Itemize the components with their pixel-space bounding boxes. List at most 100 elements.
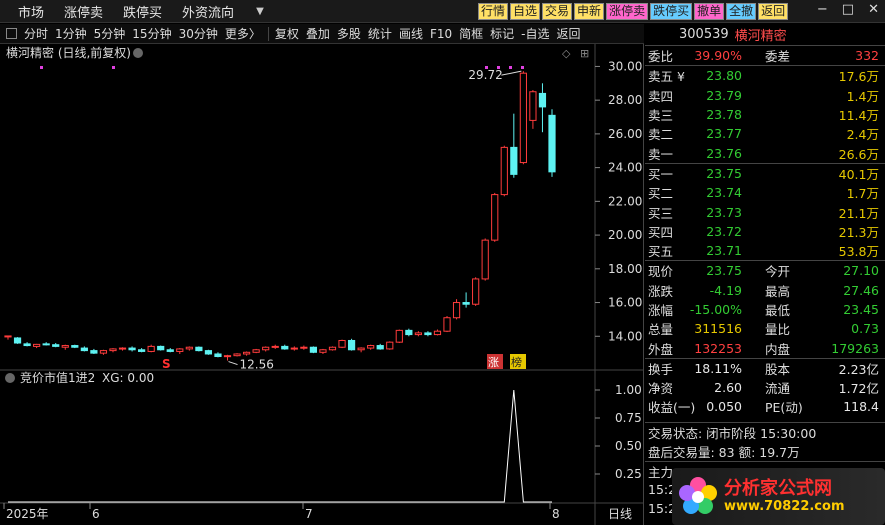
tab-intraday[interactable]: 分时 bbox=[24, 25, 48, 42]
bid-row[interactable]: 买五 23.71 53.8万 bbox=[645, 241, 885, 260]
quick-button-0[interactable]: 行情 bbox=[478, 3, 509, 20]
kline-chart-svg[interactable]: 横河精密 (日线,前复权) ◇ ⊞ 30.00 28.00 26.00 24.00 22.00… bbox=[0, 44, 644, 525]
logo-title: 分析家公式网 bbox=[724, 477, 832, 499]
quick-button-4[interactable]: 涨停卖 bbox=[606, 3, 649, 20]
tab-30min[interactable]: 30分钟 bbox=[179, 25, 218, 42]
indicator-tick-label: 1.00 bbox=[615, 383, 642, 397]
stat-value-2: 179263 bbox=[831, 340, 879, 356]
btn-multi-stock[interactable]: 多股 bbox=[337, 25, 361, 42]
ask-row[interactable]: 卖五 ¥ 23.80 17.6万 bbox=[645, 66, 885, 85]
candle-body bbox=[519, 72, 527, 164]
fund-value: 0.050 bbox=[706, 399, 742, 415]
candle-body bbox=[452, 302, 461, 319]
menu-limit-down-buy[interactable]: 跌停买 bbox=[123, 2, 162, 21]
ask-volume: 2.4万 bbox=[846, 127, 879, 143]
tab-15min[interactable]: 15分钟 bbox=[132, 25, 171, 42]
candle-body bbox=[405, 329, 413, 336]
candle-body bbox=[548, 114, 556, 173]
indicator-tick-label: 0.25 bbox=[615, 467, 642, 481]
bid-volume: 21.1万 bbox=[838, 205, 879, 221]
stat-row: 现价 23.75 今开 27.10 bbox=[645, 261, 885, 280]
btn-add-watchlist[interactable]: -自选 bbox=[521, 25, 549, 42]
y-tick-label: 14.00 bbox=[608, 329, 642, 343]
ask-volume: 1.4万 bbox=[846, 88, 879, 104]
close-icon[interactable]: ✕ bbox=[868, 2, 879, 17]
quick-button-3[interactable]: 申新 bbox=[574, 3, 605, 20]
tab-1min[interactable]: 1分钟 bbox=[55, 25, 87, 42]
candle-body bbox=[367, 345, 375, 349]
bid-price: 23.73 bbox=[706, 204, 742, 220]
bid-volume: 21.3万 bbox=[838, 224, 879, 240]
quick-button-8[interactable]: 返回 bbox=[758, 3, 789, 20]
candle-body bbox=[338, 339, 346, 348]
quick-button-2[interactable]: 交易 bbox=[542, 3, 573, 20]
btn-f10[interactable]: F10 bbox=[430, 27, 452, 41]
candle-body bbox=[118, 347, 127, 350]
bid-volume: 40.1万 bbox=[838, 166, 879, 182]
bid-row[interactable]: 买一 23.75 40.1万 bbox=[645, 164, 885, 183]
ask-label: 卖四 bbox=[648, 88, 674, 104]
bid-row[interactable]: 买三 23.73 21.1万 bbox=[645, 202, 885, 221]
indicator-dropdown-icon bbox=[5, 373, 15, 383]
candle-body bbox=[242, 351, 251, 355]
toolbar-toggle-icon[interactable] bbox=[6, 28, 17, 39]
candle-body bbox=[138, 349, 146, 352]
menu-foreign-flow[interactable]: 外资流向 bbox=[182, 2, 234, 21]
btn-simple-frame[interactable]: 简框 bbox=[459, 25, 483, 42]
fundamental-row: 收益(一) 0.050 PE(动) 118.4 bbox=[645, 397, 885, 416]
zhang-marker: 涨 bbox=[488, 356, 499, 369]
tab-5min[interactable]: 5分钟 bbox=[94, 25, 126, 42]
minimize-icon[interactable]: − bbox=[817, 2, 828, 17]
btn-overlay[interactable]: 叠加 bbox=[306, 25, 330, 42]
quick-button-5[interactable]: 跌停买 bbox=[650, 3, 693, 20]
candle-body bbox=[90, 350, 98, 354]
candle-body bbox=[166, 349, 174, 352]
bid-price: 23.72 bbox=[706, 223, 742, 239]
signal-dot bbox=[509, 66, 512, 69]
kline-chart-area[interactable]: 横河精密 (日线,前复权) ◇ ⊞ 30.00 28.00 26.00 24.00 22.00… bbox=[0, 44, 644, 525]
stat-label: 外盘 bbox=[648, 341, 674, 357]
stat-label: 涨幅 bbox=[648, 303, 674, 318]
quick-button-7[interactable]: 全撤 bbox=[726, 3, 757, 20]
ask-row[interactable]: 卖三 23.78 11.4万 bbox=[645, 105, 885, 124]
candle-body bbox=[347, 339, 356, 351]
ask-row[interactable]: 卖一 23.76 26.6万 bbox=[645, 143, 885, 162]
weicha-label: 委差 bbox=[765, 49, 791, 65]
candle-body bbox=[252, 349, 260, 353]
btn-fuquan[interactable]: 复权 bbox=[275, 25, 299, 42]
btn-statistics[interactable]: 统计 bbox=[368, 25, 392, 42]
stat-label-2: 量比 bbox=[765, 322, 791, 338]
trading-app: 市场 涨停卖 跌停买 外资流向 ▼ 行情 自选 交易 申新 涨停卖 跌停买 撤单 全撤 返回 −… bbox=[0, 0, 885, 525]
bid-label: 买一 bbox=[648, 166, 674, 182]
menu-market[interactable]: 市场 bbox=[18, 2, 44, 21]
period-label: 日线 bbox=[608, 507, 632, 521]
high-price-arrow bbox=[501, 70, 522, 76]
bid-book: 买一 23.75 40.1万 买二 23.74 1.7万 买三 23.73 21.1万 买四 23.… bbox=[645, 162, 885, 260]
dropdown-arrow-icon[interactable]: ▼ bbox=[256, 6, 264, 17]
maximize-icon[interactable]: □ bbox=[842, 2, 854, 17]
bid-row[interactable]: 买二 23.74 1.7万 bbox=[645, 183, 885, 202]
indicator-xg: XG: 0.00 bbox=[102, 371, 154, 385]
ask-row[interactable]: 卖二 23.77 2.4万 bbox=[645, 124, 885, 143]
btn-back[interactable]: 返回 bbox=[557, 25, 581, 42]
quick-button-6[interactable]: 撤单 bbox=[694, 3, 725, 20]
bid-row[interactable]: 买四 23.72 21.3万 bbox=[645, 222, 885, 241]
ask-row[interactable]: 卖四 23.79 1.4万 bbox=[645, 86, 885, 105]
stat-value: -4.19 bbox=[709, 282, 742, 298]
candle-body bbox=[395, 329, 403, 343]
menu-limit-up-sell[interactable]: 涨停卖 bbox=[64, 2, 103, 21]
quick-button-1[interactable]: 自选 bbox=[510, 3, 541, 20]
low-price-arrow bbox=[228, 361, 238, 366]
btn-mark[interactable]: 标记 bbox=[490, 25, 514, 42]
stat-label-2: 今开 bbox=[765, 264, 791, 280]
bang-marker: 榜 bbox=[511, 355, 522, 369]
quote-panel: 300539 横河精密 委比 39.90% 委差 332 卖五 ¥ 23.80 17… bbox=[645, 24, 885, 525]
candle-body bbox=[386, 341, 394, 350]
flower-logo-icon bbox=[679, 476, 717, 514]
fund-label: 换手 bbox=[648, 361, 674, 377]
fund-label: 净资 bbox=[648, 381, 674, 397]
tab-more[interactable]: 更多〉 bbox=[225, 25, 261, 42]
stat-label-2: 内盘 bbox=[765, 341, 791, 357]
btn-draw-line[interactable]: 画线 bbox=[399, 25, 423, 42]
low-price-label: 12.56 bbox=[240, 358, 274, 372]
